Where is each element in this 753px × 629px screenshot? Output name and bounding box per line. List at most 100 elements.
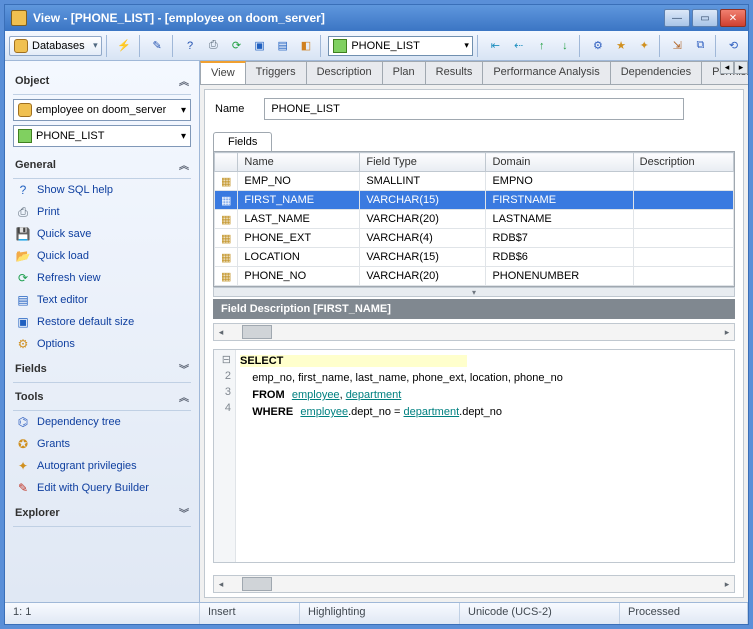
minimize-button[interactable]: —	[664, 9, 690, 27]
tab-view[interactable]: View	[200, 61, 246, 84]
nav-first-icon[interactable]: ⇤	[485, 35, 506, 57]
grants-icon: ✪	[15, 436, 31, 452]
restore-icon[interactable]: ▣	[249, 35, 270, 57]
print-icon[interactable]: ⎙	[203, 35, 224, 57]
sidebar-item-text-editor[interactable]: ▤Text editor	[13, 289, 191, 311]
tree-icon: ⌬	[15, 414, 31, 430]
sidebar-item-quick-load[interactable]: 📂Quick load	[13, 245, 191, 267]
sidebar-item-refresh[interactable]: ⟳Refresh view	[13, 267, 191, 289]
explorer-header[interactable]: Explorer︾	[13, 499, 191, 527]
view-body: Name Fields Name Field Type Domain Descr…	[204, 89, 744, 598]
sidebar-item-sql-help[interactable]: ?Show SQL help	[13, 179, 191, 201]
hscroll-1[interactable]: ◂▸	[213, 323, 735, 341]
maximize-button[interactable]: ▭	[692, 9, 718, 27]
sidebar: Object︽ employee on doom_server PHONE_LI…	[5, 61, 200, 602]
tab-description[interactable]: Description	[306, 61, 383, 84]
collapse-icon: ︽	[179, 157, 189, 172]
tool-last-icon[interactable]: ⟲	[723, 35, 744, 57]
table-row[interactable]: ▦LAST_NAMEVARCHAR(20)LASTNAME	[215, 210, 734, 229]
collapse-icon: ︽	[179, 73, 189, 88]
table-row[interactable]: ▦FIRST_NAMEVARCHAR(15)FIRSTNAME	[215, 191, 734, 210]
view-combo[interactable]: PHONE_LIST	[13, 125, 191, 147]
refresh-icon[interactable]: ⟳	[226, 35, 247, 57]
name-input[interactable]	[264, 98, 684, 120]
tools-header[interactable]: Tools︽	[13, 383, 191, 411]
table-row[interactable]: ▦LOCATIONVARCHAR(15)RDB$6	[215, 248, 734, 267]
lightning-icon[interactable]: ⚡	[113, 35, 134, 57]
tool-a-icon[interactable]: ⚙	[587, 35, 608, 57]
window: View - [PHONE_LIST] - [employee on doom_…	[4, 4, 749, 625]
fields-header[interactable]: Fields︾	[13, 355, 191, 383]
titlebar: View - [PHONE_LIST] - [employee on doom_…	[5, 5, 748, 31]
editor-icon: ▤	[15, 292, 31, 308]
tools-list: ⌬Dependency tree ✪Grants ✦Autogrant priv…	[13, 411, 191, 499]
app-icon	[11, 10, 27, 26]
content: Object︽ employee on doom_server PHONE_LI…	[5, 61, 748, 602]
databases-dropdown[interactable]: Databases	[9, 36, 102, 56]
editor-icon[interactable]: ▤	[272, 35, 293, 57]
print-icon: ⎙	[15, 204, 31, 220]
expand-icon: ︾	[179, 505, 189, 520]
autogrant-icon: ✦	[15, 458, 31, 474]
general-header[interactable]: General︽	[13, 151, 191, 179]
tab-performance[interactable]: Performance Analysis	[482, 61, 610, 84]
sidebar-item-query-builder[interactable]: ✎Edit with Query Builder	[13, 477, 191, 499]
table-row[interactable]: ▦EMP_NOSMALLINTEMPNO	[215, 172, 734, 191]
save-icon: 💾	[15, 226, 31, 242]
col-desc[interactable]: Description	[633, 153, 733, 172]
sidebar-item-options[interactable]: ⚙Options	[13, 333, 191, 355]
main-toolbar: Databases ⚡ ✎ ? ⎙ ⟳ ▣ ▤ ◧ PHONE_LIST ⇤ ⇠…	[5, 31, 748, 61]
name-label: Name	[215, 103, 244, 115]
sidebar-item-print[interactable]: ⎙Print	[13, 201, 191, 223]
tab-scroll-right[interactable]: ▸	[734, 61, 748, 74]
fields-tab-label[interactable]: Fields	[213, 132, 272, 151]
window-icon[interactable]: ◧	[295, 35, 316, 57]
tool-c-icon[interactable]: ✦	[634, 35, 655, 57]
sidebar-item-quick-save[interactable]: 💾Quick save	[13, 223, 191, 245]
col-name[interactable]: Name	[238, 153, 360, 172]
arrow-down-icon[interactable]: ↓	[554, 35, 575, 57]
collapse-handle[interactable]: ▾	[213, 287, 735, 297]
window-title: View - [PHONE_LIST] - [employee on doom_…	[31, 11, 664, 25]
help-icon: ?	[15, 182, 31, 198]
tab-plan[interactable]: Plan	[382, 61, 426, 84]
field-icon: ▦	[215, 172, 238, 191]
sql-code[interactable]: SELECT emp_no, first_name, last_name, ph…	[236, 350, 734, 562]
restore-icon: ▣	[15, 314, 31, 330]
object-combo[interactable]: PHONE_LIST	[328, 36, 473, 56]
main-panel: View Triggers Description Plan Results P…	[200, 61, 748, 602]
view-icon	[18, 129, 32, 143]
nav-prev-icon[interactable]: ⇠	[508, 35, 529, 57]
tool-b-icon[interactable]: ★	[610, 35, 631, 57]
tab-results[interactable]: Results	[425, 61, 484, 84]
table-row[interactable]: ▦PHONE_EXTVARCHAR(4)RDB$7	[215, 229, 734, 248]
tab-scroll-left[interactable]: ◂	[720, 61, 734, 74]
close-button[interactable]: ✕	[720, 9, 746, 27]
status-pos: 1: 1	[5, 603, 200, 624]
tab-triggers[interactable]: Triggers	[245, 61, 307, 84]
sidebar-item-restore-size[interactable]: ▣Restore default size	[13, 311, 191, 333]
tab-scroll: ◂▸	[720, 61, 748, 74]
edit-icon[interactable]: ✎	[147, 35, 168, 57]
field-icon: ▦	[215, 191, 238, 210]
sidebar-item-dependency-tree[interactable]: ⌬Dependency tree	[13, 411, 191, 433]
sidebar-item-grants[interactable]: ✪Grants	[13, 433, 191, 455]
load-icon: 📂	[15, 248, 31, 264]
table-row[interactable]: ▦PHONE_NOVARCHAR(20)PHONENUMBER	[215, 267, 734, 286]
hscroll-2[interactable]: ◂▸	[213, 575, 735, 593]
object-combo-value: PHONE_LIST	[351, 40, 419, 52]
object-header[interactable]: Object︽	[13, 67, 191, 95]
sql-editor[interactable]: ⊟234 SELECT emp_no, first_name, last_nam…	[213, 349, 735, 563]
col-domain[interactable]: Domain	[486, 153, 633, 172]
export-icon[interactable]: ⇲	[667, 35, 688, 57]
sidebar-item-autogrant[interactable]: ✦Autogrant privilegies	[13, 455, 191, 477]
copy-icon[interactable]: ⧉	[690, 35, 711, 57]
field-icon: ▦	[215, 267, 238, 286]
status-last: Processed	[620, 603, 748, 624]
help-icon[interactable]: ?	[180, 35, 201, 57]
db-combo[interactable]: employee on doom_server	[13, 99, 191, 121]
arrow-up-icon[interactable]: ↑	[531, 35, 552, 57]
tab-dependencies[interactable]: Dependencies	[610, 61, 702, 84]
field-icon: ▦	[215, 210, 238, 229]
col-type[interactable]: Field Type	[360, 153, 486, 172]
